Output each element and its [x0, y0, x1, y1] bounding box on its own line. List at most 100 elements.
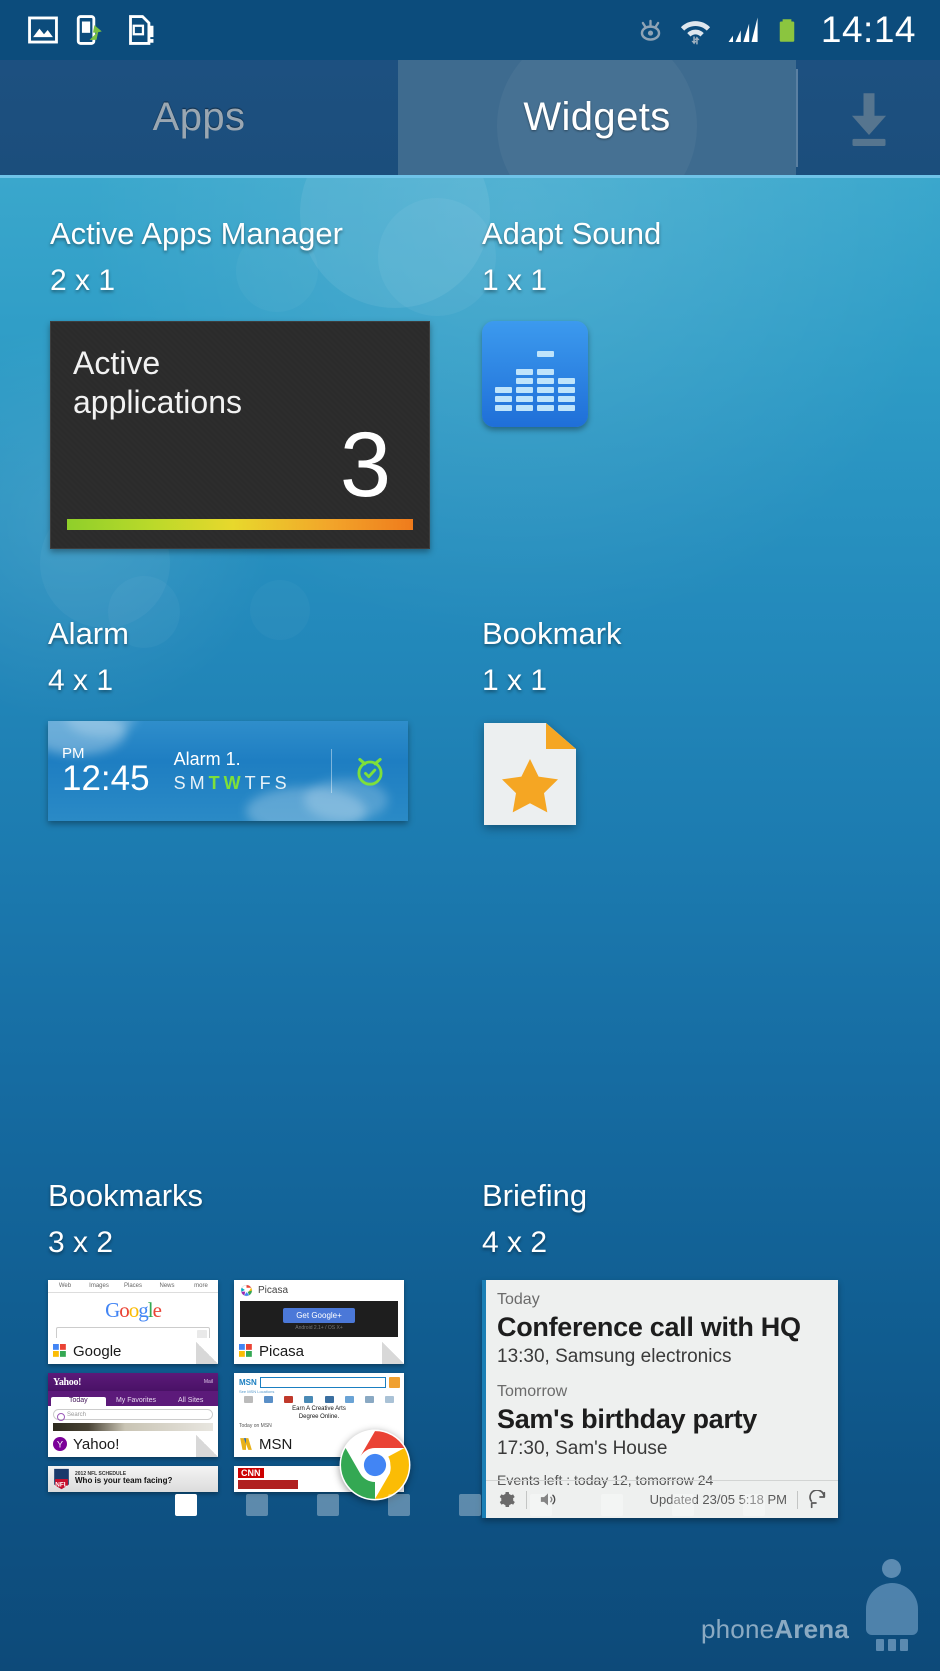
briefing-event-meta: 17:30, Sam's House	[497, 1438, 668, 1460]
widget-size: 1 x 1	[482, 664, 548, 697]
widget-alarm[interactable]: Alarm 4 x 1 PM 12:45 Alarm 1. SMTWTFS	[48, 618, 408, 821]
page-dot-2[interactable]	[246, 1494, 268, 1516]
msn-search-input[interactable]	[259, 1377, 386, 1388]
picasa-caption: Android 2.1+ / OS X+	[295, 1324, 343, 1331]
bookmark-label-row: Google	[48, 1338, 218, 1364]
watermark-text-bold: Arena	[774, 1614, 849, 1644]
google-tab: Places	[123, 1283, 142, 1289]
watermark-text: phoneArena	[701, 1614, 849, 1655]
tab-apps[interactable]: Apps	[0, 60, 398, 175]
briefing-event-meta: 13:30, Samsung electronics	[497, 1345, 732, 1367]
svg-text:NFL: NFL	[55, 1481, 68, 1488]
download-button[interactable]	[798, 60, 940, 175]
widget-bookmark[interactable]: Bookmark 1 x 1	[482, 618, 622, 827]
status-bar-clock: 14:14	[820, 9, 916, 50]
tab-widgets[interactable]: Widgets	[398, 60, 796, 175]
nfl-logo-icon: NFL	[54, 1468, 69, 1490]
widget-size: 1 x 1	[482, 264, 548, 297]
page-dot-4[interactable]	[388, 1494, 410, 1516]
briefing-event-title: Conference call with HQ	[497, 1311, 801, 1342]
widget-preview-briefing[interactable]: Today Conference call with HQ 13:30, Sam…	[482, 1280, 838, 1518]
bookmark-label: Google	[73, 1342, 122, 1360]
widget-active-apps-manager[interactable]: Active Apps Manager 2 x 1 Active applica…	[50, 218, 430, 549]
picasa-promo: Get Google+ Android 2.1+ / OS X+	[240, 1301, 398, 1337]
battery-icon	[779, 19, 795, 42]
alarm-days: SMTWTFS	[174, 773, 291, 794]
widget-adapt-sound[interactable]: Adapt Sound 1 x 1	[482, 218, 661, 427]
yahoo-mail-link[interactable]: Mail	[204, 1379, 213, 1385]
widget-preview-active-apps-manager[interactable]: Active applications 3	[50, 321, 430, 549]
stocks-icon	[365, 1396, 375, 1403]
page-fold-corner	[382, 1342, 404, 1364]
widget-briefing[interactable]: Briefing 4 x 2 Today Conference call wit…	[482, 1180, 838, 1518]
picasa-header: Picasa	[234, 1280, 404, 1299]
widget-preview-bookmarks[interactable]: Web Images Places News more Google Googl…	[48, 1280, 411, 1501]
bookmark-card-nfl[interactable]: NFL 2012 NFL SCHEDULE Who is your team f…	[48, 1466, 218, 1492]
tab-widgets-label: Widgets	[523, 95, 671, 139]
bookmark-card-yahoo[interactable]: Yahoo! Mail Today My Favorites All Sites…	[48, 1373, 218, 1457]
nfl-banner: NFL 2012 NFL SCHEDULE Who is your team f…	[48, 1466, 218, 1492]
briefing-event-day: Tomorrow	[497, 1383, 568, 1401]
widget-size: 2 x 1	[50, 264, 116, 297]
nfl-text-block: 2012 NFL SCHEDULE Who is your team facin…	[75, 1472, 172, 1486]
msn-search-button[interactable]	[389, 1377, 400, 1388]
briefing-event-today: Today Conference call with HQ 13:30, Sam…	[497, 1289, 826, 1371]
yahoo-search-box[interactable]: Search	[53, 1409, 213, 1421]
page-dot-9[interactable]	[743, 1494, 765, 1516]
yahoo-favicon: Y	[53, 1437, 67, 1451]
msn-ad-line2: Degree Online.	[298, 1413, 340, 1420]
yahoo-tab-allsites[interactable]: All Sites	[163, 1397, 218, 1406]
briefing-event-title: Sam's birthday party	[497, 1404, 758, 1435]
status-bar-right-icons: 14:14	[635, 9, 940, 51]
page-dot-1[interactable]	[175, 1494, 197, 1516]
page-dot-6[interactable]	[530, 1494, 552, 1516]
briefing-event-day: Today	[497, 1291, 540, 1308]
page-dot-3[interactable]	[317, 1494, 339, 1516]
more-icon	[385, 1396, 395, 1403]
people-icon	[263, 1396, 273, 1403]
sports-icon	[324, 1396, 334, 1403]
active-apps-count: 3	[339, 413, 391, 516]
bookmark-card-google[interactable]: Web Images Places News more Google Googl…	[48, 1280, 218, 1364]
briefing-event-tomorrow: Tomorrow Sam's birthday party 17:30, Sam…	[497, 1381, 826, 1463]
google-tab: Images	[89, 1283, 109, 1289]
widget-bookmarks[interactable]: Bookmarks 3 x 2 Web Images Places News m…	[48, 1180, 411, 1501]
page-dot-7[interactable]	[601, 1494, 623, 1516]
alarm-day-s2: S	[274, 773, 291, 794]
picasa-cta-button[interactable]: Get Google+	[283, 1307, 355, 1323]
alarm-detail-block: Alarm 1. SMTWTFS	[174, 748, 291, 795]
active-apps-preview-text: Active applications	[73, 344, 242, 422]
picasa-wordmark: Picasa	[258, 1285, 289, 1296]
alarm-time-block: PM 12:45	[62, 746, 150, 796]
bookmark-card-picasa[interactable]: Picasa Get Google+ Android 2.1+ / OS X+ …	[234, 1280, 404, 1364]
watermark: phoneArena	[701, 1559, 930, 1655]
bookmark-label: Picasa	[259, 1342, 305, 1360]
yahoo-tab-today[interactable]: Today	[51, 1397, 106, 1406]
widget-preview-alarm[interactable]: PM 12:45 Alarm 1. SMTWTFS	[48, 721, 408, 821]
sim-card-alert-icon	[129, 15, 154, 45]
active-apps-line1: Active	[73, 345, 161, 381]
google-tab: News	[159, 1283, 175, 1289]
page-fold-corner	[196, 1435, 218, 1457]
bookmark-label-row: Picasa	[234, 1338, 404, 1364]
widget-title: Adapt Sound	[482, 216, 662, 251]
watermark-logo	[856, 1559, 930, 1655]
widget-size: 3 x 2	[48, 1226, 114, 1259]
page-dot-5[interactable]	[459, 1494, 481, 1516]
yahoo-tabs: Today My Favorites All Sites	[48, 1391, 218, 1406]
bookmark-star-page-icon[interactable]	[482, 721, 578, 827]
widget-size: 4 x 1	[48, 664, 114, 697]
google-tab: more	[194, 1283, 208, 1289]
yahoo-tab-favorites[interactable]: My Favorites	[109, 1397, 164, 1406]
page-fold-corner	[196, 1342, 218, 1364]
money-icon	[304, 1396, 314, 1403]
widget-title: Active Apps Manager	[50, 216, 343, 251]
page-dot-8[interactable]	[672, 1494, 694, 1516]
widget-size: 4 x 2	[482, 1226, 548, 1259]
alarm-day-f: F	[259, 773, 275, 794]
mail-icon	[243, 1396, 253, 1403]
msn-header: MSN	[234, 1373, 404, 1388]
equalizer-icon[interactable]	[482, 321, 588, 427]
alarm-clock-icon	[357, 757, 383, 786]
bookmark-label: MSN	[259, 1435, 293, 1453]
